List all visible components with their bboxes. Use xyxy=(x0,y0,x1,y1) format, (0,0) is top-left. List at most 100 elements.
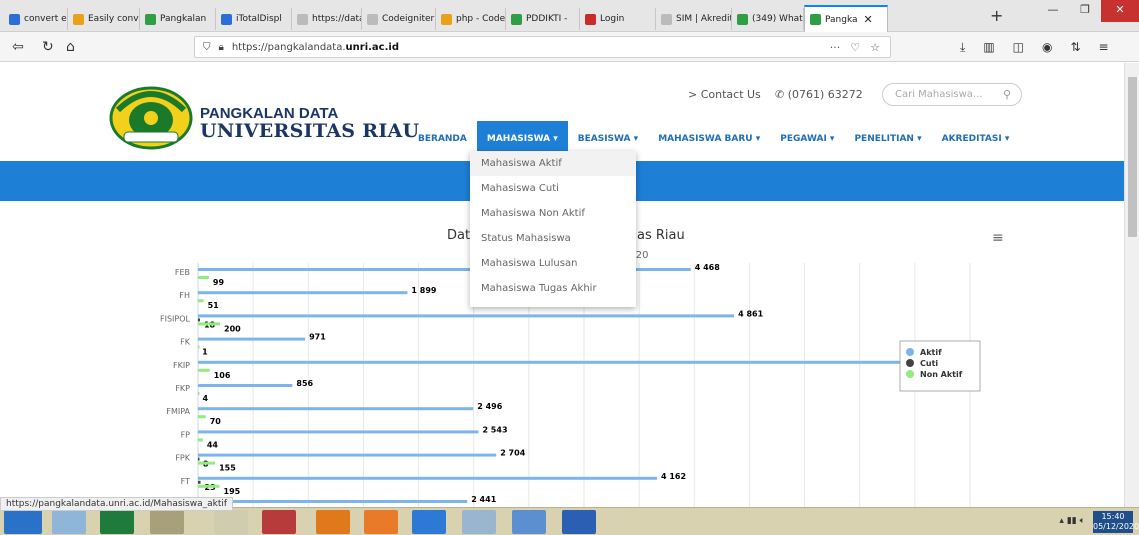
home-icon[interactable]: ⌂ xyxy=(66,38,75,56)
dropdown-item[interactable]: Mahasiswa Lulusan xyxy=(470,251,636,276)
contact-us-link[interactable]: > Contact Us xyxy=(688,88,761,101)
tab[interactable]: iTotalDispl xyxy=(216,8,292,30)
menu-item[interactable]: AKREDITASI ▾ xyxy=(932,121,1020,157)
menu-hamburger-icon[interactable]: ≡ xyxy=(1099,40,1109,55)
bar xyxy=(198,322,221,326)
tab[interactable]: Login xyxy=(580,8,656,30)
start-icon[interactable] xyxy=(4,510,42,534)
vscode-icon[interactable] xyxy=(412,510,446,534)
firefox-icon[interactable] xyxy=(316,510,350,534)
dropdown-item[interactable]: Status Mahasiswa xyxy=(470,226,636,251)
menu-item[interactable]: BERANDA xyxy=(408,121,477,157)
bar xyxy=(198,407,474,411)
tab-favicon-icon xyxy=(145,13,156,25)
tab[interactable]: https://data.ur xyxy=(292,8,362,30)
download-icon[interactable]: ⤓ xyxy=(960,40,965,55)
bar xyxy=(198,438,203,442)
tab[interactable]: SIM | Akreditas xyxy=(656,8,732,30)
library-icon[interactable]: ▥ xyxy=(983,40,994,55)
bar xyxy=(198,484,220,488)
dropdown-item[interactable]: Mahasiswa Tugas Akhir xyxy=(470,276,636,301)
tab-label: php - Code xyxy=(456,14,506,24)
tab[interactable]: php - Code xyxy=(436,8,506,30)
tab[interactable]: Pangkalan xyxy=(140,8,216,30)
shield-icon[interactable]: ⛉ xyxy=(203,42,211,53)
dropdown-item[interactable]: Mahasiswa Non Aktif xyxy=(470,201,636,226)
bookmark-star-icon[interactable]: ☆ xyxy=(870,41,880,54)
data-label: 44 xyxy=(207,440,219,449)
legend-marker xyxy=(906,348,914,356)
network-icon[interactable]: ▮▮ xyxy=(1067,516,1080,526)
tab[interactable]: PDDIKTI - xyxy=(506,8,580,30)
data-label: 51 xyxy=(208,301,220,310)
page-actions-icon[interactable]: ··· xyxy=(830,41,841,54)
address-bar-actions: ··· ♡ ☆ xyxy=(830,41,880,54)
tray-arrow-icon[interactable]: ▴ xyxy=(1059,516,1066,526)
arrow-app-icon[interactable] xyxy=(512,510,546,534)
tab-label: Codeigniter D xyxy=(382,14,435,24)
dropdown-item[interactable]: Mahasiswa Aktif xyxy=(470,151,636,176)
tab[interactable]: Pangka ✕ xyxy=(804,5,888,32)
address-bar[interactable]: ⛉ 🔒︎ https://pangkalandata. unri.ac.id ··… xyxy=(194,36,891,58)
back-icon[interactable]: ⇦ xyxy=(12,38,24,56)
brand-line-2: UNIVERSITAS RIAU xyxy=(200,120,420,142)
tab[interactable]: (349) What xyxy=(732,8,804,30)
tab[interactable]: convert ex xyxy=(4,8,68,30)
close-window-icon[interactable]: ✕ xyxy=(1101,0,1139,22)
data-label: 1 899 xyxy=(411,286,436,295)
tab-label: Pangka xyxy=(825,14,858,25)
pocket-icon[interactable]: ♡ xyxy=(850,41,860,54)
bar xyxy=(198,345,200,349)
lock-icon[interactable]: 🔒︎ xyxy=(219,42,224,53)
close-tab-icon[interactable]: ✕ xyxy=(864,13,873,26)
xampp-icon[interactable] xyxy=(364,510,398,534)
maximize-icon[interactable]: ❐ xyxy=(1069,0,1101,22)
scrollbar-thumb[interactable] xyxy=(1128,77,1137,237)
data-label: 2 441 xyxy=(471,495,496,504)
menu-item[interactable]: MAHASISWA BARU ▾ xyxy=(648,121,770,157)
chart-menu-icon[interactable]: ≡ xyxy=(992,230,1004,246)
ie-icon[interactable] xyxy=(214,510,248,534)
phone-link[interactable]: ✆ (0761) 63272 xyxy=(775,88,863,101)
menu-item[interactable]: PEGAWAI ▾ xyxy=(770,121,844,157)
bar xyxy=(198,337,306,341)
dropdown-item[interactable]: Mahasiswa Cuti xyxy=(470,176,636,201)
explorer-icon[interactable] xyxy=(52,510,86,534)
tab[interactable]: Easily conv xyxy=(68,8,140,30)
data-label: 70 xyxy=(210,417,222,426)
tab-favicon-icon xyxy=(367,13,378,25)
search-icon[interactable]: ⚲ xyxy=(1003,84,1011,105)
bar xyxy=(198,476,658,480)
search-input[interactable]: Cari Mahasiswa... ⚲ xyxy=(882,83,1022,106)
clock[interactable]: 15:40 05/12/2020 xyxy=(1093,511,1139,533)
tab-favicon-icon xyxy=(9,13,20,25)
bar xyxy=(198,453,497,457)
tab-label: Easily conv xyxy=(88,14,139,24)
data-label: 200 xyxy=(224,324,241,333)
word-icon[interactable] xyxy=(562,510,596,534)
data-label: 4 861 xyxy=(738,309,763,318)
page-scrollbar[interactable] xyxy=(1124,63,1139,507)
data-label: 4 xyxy=(202,394,208,403)
status-url: https://pangkalandata.unri.ac.id/Mahasis… xyxy=(0,497,234,511)
reload-icon[interactable]: ↻ xyxy=(42,38,54,56)
bar xyxy=(198,384,293,387)
data-label: 4 468 xyxy=(695,263,720,272)
app-icon[interactable] xyxy=(462,510,496,534)
category-label: FP xyxy=(181,430,191,439)
sidebar-icon[interactable]: ◫ xyxy=(1013,40,1024,55)
access-icon[interactable] xyxy=(262,510,296,534)
bar xyxy=(198,314,735,318)
menu-item[interactable]: PENELITIAN ▾ xyxy=(844,121,931,157)
excel-icon[interactable] xyxy=(100,510,134,534)
paint-icon[interactable] xyxy=(150,510,184,534)
account-icon[interactable]: ◉ xyxy=(1042,40,1052,55)
tab[interactable]: Codeigniter D xyxy=(362,8,436,30)
browser-tools: ⤓ ▥ ◫ ◉ ⇅ ≡ xyxy=(960,40,1109,55)
new-tab-button[interactable]: + xyxy=(990,6,1003,25)
minimize-icon[interactable]: — xyxy=(1037,0,1069,22)
volume-icon[interactable]: 🔈︎ xyxy=(1080,516,1085,526)
extension-icon[interactable]: ⇅ xyxy=(1070,40,1080,55)
tab-label: convert ex xyxy=(24,14,68,24)
phone-number: (0761) 63272 xyxy=(787,88,863,101)
